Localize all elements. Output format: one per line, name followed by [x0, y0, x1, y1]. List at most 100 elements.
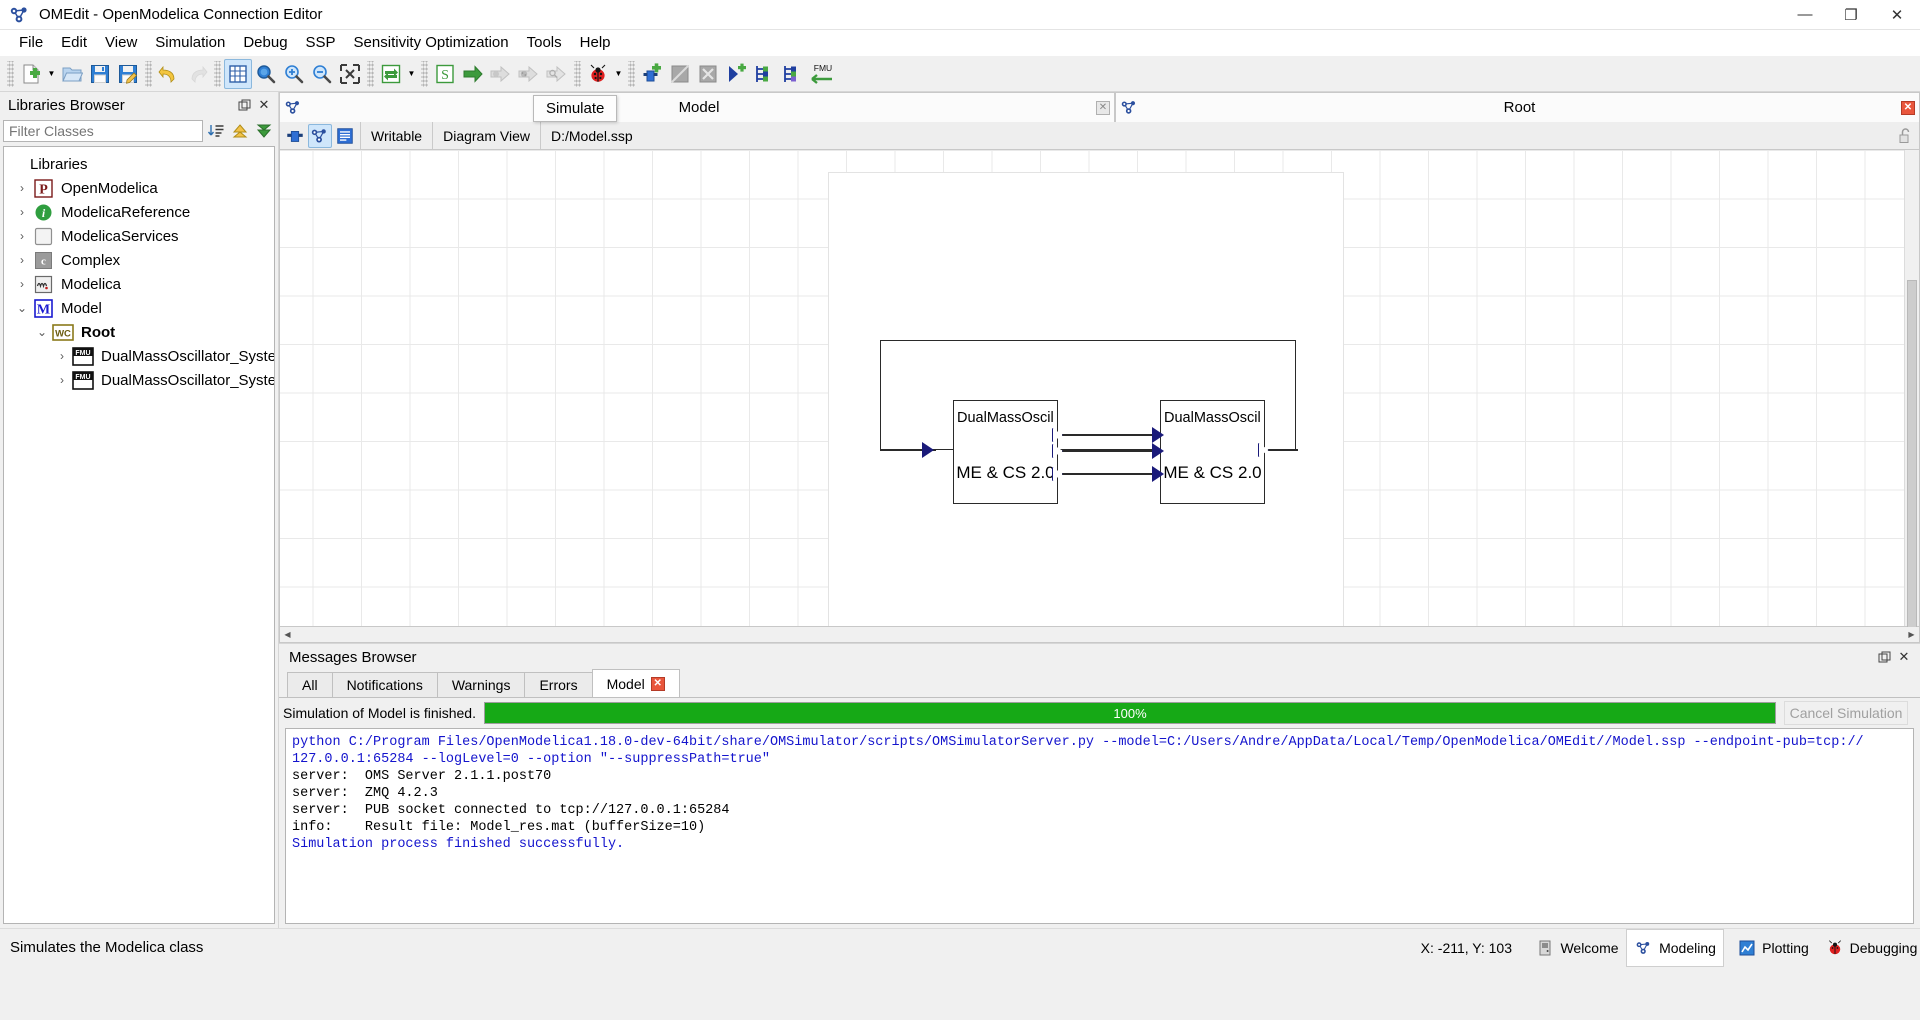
undock-icon[interactable] — [1874, 647, 1894, 667]
simulation-log[interactable]: python C:/Program Files/OpenModelica1.18… — [285, 728, 1914, 924]
toolbar-grip-7[interactable] — [628, 61, 635, 87]
tree-item-modelicareference[interactable]: › i ModelicaReference — [4, 200, 274, 224]
subwindow-model[interactable]: Model ✕ — [279, 92, 1115, 122]
re-simulate-icon[interactable] — [377, 59, 405, 89]
canvas-vertical-scrollbar[interactable] — [1904, 150, 1919, 626]
tab-notifications[interactable]: Notifications — [332, 672, 438, 697]
cancel-simulation-button[interactable]: Cancel Simulation — [1784, 701, 1908, 725]
menu-help[interactable]: Help — [571, 31, 620, 54]
icon-view-icon[interactable] — [283, 124, 307, 148]
zoom-out-icon[interactable] — [308, 59, 336, 89]
close-icon[interactable]: ✕ — [651, 677, 665, 691]
menu-sensitivity-optimization[interactable]: Sensitivity Optimization — [345, 31, 518, 54]
tree-item-model[interactable]: ⌄ M Model — [4, 296, 274, 320]
filter-classes-input[interactable] — [3, 120, 203, 142]
chevron-down-icon[interactable]: ⌄ — [12, 301, 32, 315]
undo-icon[interactable] — [155, 59, 183, 89]
chevron-down-icon-2[interactable]: ▼ — [405, 59, 418, 89]
undock-icon[interactable] — [234, 95, 254, 115]
diagram-connection-1[interactable] — [1062, 434, 1160, 436]
zoom-reset-icon[interactable] — [252, 59, 280, 89]
debug-bug-icon[interactable] — [584, 59, 612, 89]
perspective-plotting[interactable]: Plotting — [1724, 929, 1822, 967]
grid-icon[interactable] — [224, 59, 252, 89]
chevron-right-icon[interactable]: › — [12, 181, 32, 195]
chevron-right-icon[interactable]: › — [12, 229, 32, 243]
input-port-3b[interactable] — [1152, 466, 1164, 482]
diagram-connection-3[interactable] — [1062, 473, 1160, 475]
subwindow-root-close[interactable]: ✕ — [1897, 101, 1919, 115]
tree-item-complex[interactable]: › c Complex — [4, 248, 274, 272]
text-view-icon[interactable] — [333, 124, 357, 148]
input-port-1b[interactable] — [1152, 427, 1164, 443]
tab-warnings[interactable]: Warnings — [437, 672, 526, 697]
close-icon[interactable]: ✕ — [254, 95, 274, 115]
lock-open-icon[interactable] — [1891, 122, 1919, 149]
toolbar-grip-4[interactable] — [367, 61, 374, 87]
toolbar-grip-5[interactable] — [421, 61, 428, 87]
menu-tools[interactable]: Tools — [518, 31, 571, 54]
menu-simulation[interactable]: Simulation — [146, 31, 234, 54]
toolbar-grip-6[interactable] — [574, 61, 581, 87]
diagram-component-2[interactable]: DualMassOscilla... ME & CS 2.0 — [1160, 400, 1265, 504]
toolbar-grip-2[interactable] — [145, 61, 152, 87]
tab-model[interactable]: Model ✕ — [592, 669, 680, 697]
scroll-left-icon[interactable]: ◀ — [280, 627, 295, 642]
chevron-down-icon[interactable]: ⌄ — [32, 325, 52, 339]
tree-item-openmodelica[interactable]: › P OpenModelica — [4, 176, 274, 200]
perspective-welcome[interactable]: Welcome — [1528, 929, 1626, 967]
menu-debug[interactable]: Debug — [234, 31, 296, 54]
vertical-scroll-thumb[interactable] — [1907, 280, 1917, 630]
tab-all[interactable]: All — [287, 672, 333, 697]
canvas-horizontal-scrollbar[interactable]: ◀ ▶ — [279, 627, 1920, 643]
add-fmu-icon[interactable]: FMU — [806, 59, 840, 89]
tab-errors[interactable]: Errors — [524, 672, 592, 697]
menu-ssp[interactable]: SSP — [297, 31, 345, 54]
perspective-modeling[interactable]: Modeling — [1626, 929, 1724, 967]
close-icon[interactable]: ✕ — [1096, 101, 1110, 115]
save-as-icon[interactable] — [114, 59, 142, 89]
tree-item-modelica[interactable]: › Modelica — [4, 272, 274, 296]
add-bus-icon[interactable] — [750, 59, 778, 89]
new-ssp-model-icon[interactable] — [638, 59, 666, 89]
tree-item-dualmassoscillator-system1[interactable]: › FMU DualMassOscillator_System1 — [4, 368, 274, 392]
toolbar-grip-3[interactable] — [214, 61, 221, 87]
sort-descending-icon[interactable] — [205, 120, 227, 142]
add-tlm-bus-icon[interactable] — [778, 59, 806, 89]
perspective-debugging[interactable]: Debugging — [1822, 929, 1920, 967]
zoom-in-icon[interactable] — [280, 59, 308, 89]
diagram-component-1[interactable]: DualMassOscilla... ME & CS 2.0 — [953, 400, 1058, 504]
subwindow-model-close[interactable]: ✕ — [1092, 101, 1114, 115]
menu-view[interactable]: View — [96, 31, 146, 54]
input-port-2b[interactable] — [1152, 443, 1164, 459]
chevron-down-icon[interactable]: ▼ — [45, 59, 58, 89]
minimize-button[interactable]: — — [1782, 0, 1828, 30]
expand-up-icon[interactable] — [229, 120, 251, 142]
chevron-right-icon[interactable]: › — [12, 253, 32, 267]
menu-file[interactable]: File — [10, 31, 52, 54]
add-submodel-icon[interactable] — [722, 59, 750, 89]
tree-item-modelicaservices[interactable]: › ModelicaServices — [4, 224, 274, 248]
scroll-right-icon[interactable]: ▶ — [1904, 627, 1919, 642]
tree-item-root[interactable]: ⌄ WC Root — [4, 320, 274, 344]
close-icon[interactable]: ✕ — [1894, 647, 1914, 667]
chevron-right-icon[interactable]: › — [12, 277, 32, 291]
maximize-button[interactable]: ❐ — [1828, 0, 1874, 30]
subwindow-root[interactable]: Root ✕ — [1115, 92, 1920, 122]
open-folder-icon[interactable] — [58, 59, 86, 89]
toolbar-grip[interactable] — [7, 61, 14, 87]
collapse-down-icon[interactable] — [253, 120, 275, 142]
close-icon[interactable]: ✕ — [1901, 101, 1915, 115]
save-icon[interactable] — [86, 59, 114, 89]
close-button[interactable]: ✕ — [1874, 0, 1920, 30]
menu-edit[interactable]: Edit — [52, 31, 96, 54]
chevron-right-icon[interactable]: › — [52, 349, 72, 363]
fit-to-diagram-icon[interactable] — [336, 59, 364, 89]
chevron-down-icon-3[interactable]: ▼ — [612, 59, 625, 89]
chevron-right-icon[interactable]: › — [12, 205, 32, 219]
check-model-icon[interactable]: S — [431, 59, 459, 89]
diagram-view-icon[interactable] — [308, 124, 332, 148]
tree-item-dualmassoscillator-system2[interactable]: › FMU DualMassOscillator_System2 — [4, 344, 274, 368]
diagram-connection-2[interactable] — [1062, 450, 1160, 452]
chevron-right-icon[interactable]: › — [52, 373, 72, 387]
